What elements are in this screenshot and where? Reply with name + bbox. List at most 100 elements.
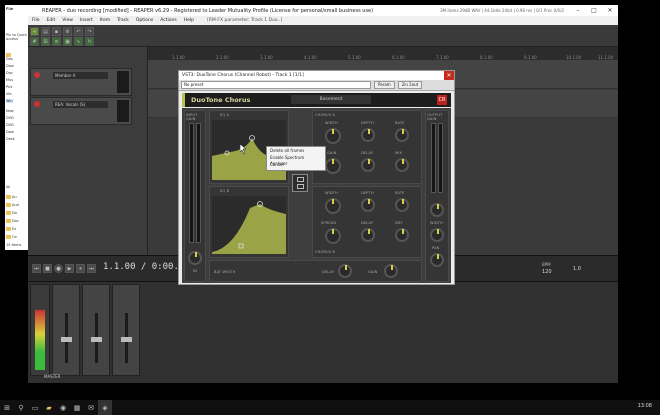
search-icon[interactable]: ⚲: [14, 400, 28, 415]
menu-view[interactable]: View: [62, 18, 73, 23]
plugin-preset-selector[interactable]: Basement: [291, 95, 371, 104]
pan-knob[interactable]: [430, 253, 444, 267]
menu-options[interactable]: Options: [136, 18, 153, 23]
dry-knob[interactable]: [395, 228, 409, 242]
explorer-nav-item[interactable]: Pict: [6, 85, 12, 89]
menu-item[interactable]: Item: [100, 18, 110, 23]
pause-icon[interactable]: ⏸: [76, 264, 85, 273]
explorer-folder[interactable]: Doc: [12, 219, 19, 223]
track-row[interactable]: REA: Vocals (S): [30, 97, 132, 125]
playrate-value[interactable]: 1.0: [573, 266, 581, 272]
fader-cap[interactable]: [91, 337, 102, 342]
close-icon[interactable]: ✕: [444, 71, 454, 80]
width-knob[interactable]: [325, 128, 341, 144]
store-icon[interactable]: ▦: [70, 400, 84, 415]
depth-knob[interactable]: [361, 198, 375, 212]
explorer-nav-item[interactable]: All: [6, 185, 10, 189]
settings-icon[interactable]: ⚙: [63, 27, 72, 36]
input-gain-knob[interactable]: [188, 251, 202, 265]
play-icon[interactable]: ▶: [65, 264, 74, 273]
explorer-nav-item[interactable]: Mus: [6, 78, 13, 82]
ripple-icon[interactable]: ≡: [52, 37, 61, 46]
context-menu-item[interactable]: Enable Spectrum Analyzer: [267, 154, 325, 166]
grid-icon[interactable]: #: [30, 37, 39, 46]
open-icon[interactable]: ▤: [41, 27, 50, 36]
track-name[interactable]: Member A: [53, 72, 108, 79]
depth-knob[interactable]: [361, 128, 375, 142]
gain-knob[interactable]: [325, 158, 341, 174]
menu-edit[interactable]: Edit: [47, 18, 56, 23]
bpm-value[interactable]: 120: [542, 269, 552, 275]
explorer-nav-item[interactable]: Doc: [6, 71, 13, 75]
param-button[interactable]: Param: [374, 81, 395, 89]
new-project-icon[interactable]: +: [30, 27, 39, 36]
context-menu-item[interactable]: Cancel: [267, 161, 325, 168]
explorer-nav-item[interactable]: Win: [6, 99, 13, 103]
explorer-nav-item[interactable]: New: [6, 109, 14, 113]
windows-start-icon[interactable]: ⊞: [0, 400, 14, 415]
explorer-nav-item[interactable]: Vid: [6, 92, 12, 96]
forward-icon[interactable]: ⏭: [87, 264, 96, 273]
record-icon[interactable]: ●: [54, 264, 63, 273]
undo-icon[interactable]: ↶: [74, 27, 83, 36]
menu-file[interactable]: File: [32, 18, 40, 23]
explorer-file-tab[interactable]: File: [6, 7, 13, 11]
close-icon[interactable]: ✕: [602, 5, 618, 16]
io-button[interactable]: 2in 2out: [397, 81, 423, 89]
lock-icon[interactable]: ▣: [63, 37, 72, 46]
browser-icon[interactable]: ◉: [56, 400, 70, 415]
spread-knob[interactable]: [325, 228, 341, 244]
explorer-nav-item[interactable]: DVD: [6, 123, 14, 127]
fader-cap[interactable]: [121, 337, 132, 342]
explorer-folder[interactable]: Aud: [12, 203, 19, 207]
menu-actions[interactable]: Actions: [160, 18, 176, 23]
width-knob[interactable]: [430, 228, 444, 242]
explorer-folder[interactable]: Ov: [12, 235, 17, 239]
explorer-folder[interactable]: Ex: [12, 227, 16, 231]
link-box[interactable]: [292, 174, 308, 192]
minimize-icon[interactable]: –: [570, 5, 586, 16]
loop-icon[interactable]: ↻: [85, 37, 94, 46]
menu-insert[interactable]: Insert: [80, 18, 93, 23]
preset-dropdown[interactable]: No preset: [181, 81, 371, 89]
record-arm-icon[interactable]: [34, 72, 40, 78]
timeline-ruler[interactable]: 1.1.00 2.1.00 3.1.00 4.1.00 5.1.00 6.1.0…: [148, 47, 618, 61]
redo-icon[interactable]: ↷: [85, 27, 94, 36]
reaper-icon[interactable]: ◈: [98, 400, 112, 415]
explorer-nav-item[interactable]: Desk: [6, 137, 15, 141]
gain-knob[interactable]: [384, 264, 398, 278]
explorer-nav-item[interactable]: DVD: [6, 116, 14, 120]
explorer-nav-item[interactable]: Des: [6, 57, 13, 61]
taskbar-clock[interactable]: 13:08: [638, 403, 652, 409]
explorer-nav-item[interactable]: Dow: [6, 64, 14, 68]
delay-knob[interactable]: [361, 158, 375, 172]
width-knob[interactable]: [325, 198, 341, 214]
menu-track[interactable]: Track: [117, 18, 129, 23]
output-gain-knob[interactable]: [430, 203, 444, 217]
stop-icon[interactable]: ■: [43, 264, 52, 273]
delay-knob[interactable]: [361, 228, 375, 242]
record-arm-icon[interactable]: [34, 101, 40, 107]
menu-help[interactable]: Help: [184, 18, 194, 23]
task-view-icon[interactable]: ▭: [28, 400, 42, 415]
track-name[interactable]: REA: Vocals (S): [53, 101, 108, 108]
eq-b-graph[interactable]: [212, 196, 286, 254]
rate-knob[interactable]: [395, 198, 409, 212]
explorer-folder[interactable]: Au: [12, 195, 17, 199]
rewind-icon[interactable]: ⏮: [32, 264, 41, 273]
rate-knob[interactable]: [395, 128, 409, 142]
snap-icon[interactable]: ⊞: [41, 37, 50, 46]
explorer-nav-item[interactable]: Dow: [6, 130, 14, 134]
explorer-pin[interactable]: Pin to Quick access: [6, 33, 30, 41]
mix-knob[interactable]: [395, 158, 409, 172]
fader-cap[interactable]: [61, 337, 72, 342]
mail-icon[interactable]: ✉: [84, 400, 98, 415]
delay-knob[interactable]: [338, 264, 352, 278]
explorer-icon[interactable]: ▰: [42, 400, 56, 415]
save-icon[interactable]: ▪: [52, 27, 61, 36]
maximize-icon[interactable]: □: [586, 5, 602, 16]
envelope-icon[interactable]: ∿: [74, 37, 83, 46]
explorer-folder[interactable]: Do: [12, 211, 17, 215]
track-row[interactable]: Member A: [30, 68, 132, 96]
context-menu-item[interactable]: Delete all frames: [267, 147, 325, 154]
